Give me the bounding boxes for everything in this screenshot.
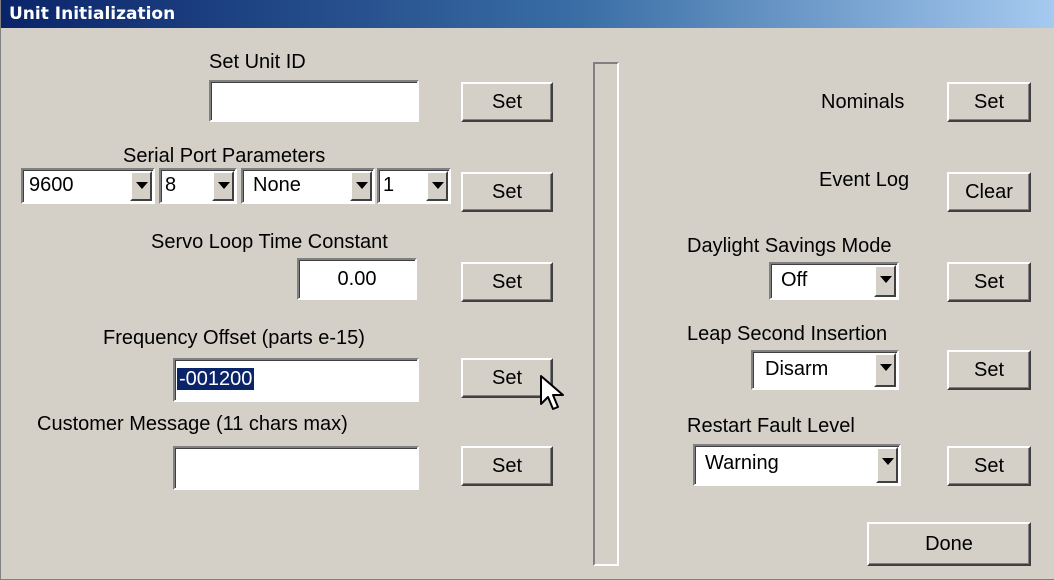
serial-port-label: Serial Port Parameters bbox=[123, 145, 326, 167]
baud-rate-value: 9600 bbox=[29, 174, 74, 196]
chevron-down-icon[interactable] bbox=[876, 447, 898, 483]
leap-second-set-button[interactable]: Set bbox=[947, 350, 1031, 390]
unit-id-input[interactable] bbox=[209, 80, 419, 122]
mouse-cursor-icon bbox=[540, 375, 564, 410]
chevron-down-icon[interactable] bbox=[350, 171, 372, 201]
stop-bits-value: 1 bbox=[383, 174, 395, 196]
parity-select[interactable]: None bbox=[241, 168, 375, 204]
serial-set-button[interactable]: Set bbox=[461, 172, 553, 212]
title-bar[interactable]: Unit Initialization bbox=[1, 0, 1054, 28]
stop-bits-select[interactable]: 1 bbox=[377, 168, 451, 204]
data-bits-value: 8 bbox=[165, 174, 177, 196]
data-bits-select[interactable]: 8 bbox=[159, 168, 237, 204]
chevron-down-icon[interactable] bbox=[874, 353, 896, 387]
event-log-clear-button[interactable]: Clear bbox=[947, 172, 1031, 212]
customer-message-label: Customer Message (11 chars max) bbox=[37, 413, 348, 435]
customer-message-input[interactable] bbox=[173, 446, 419, 490]
daylight-savings-select[interactable]: Off bbox=[769, 262, 899, 300]
restart-fault-value: Warning bbox=[705, 452, 779, 474]
servo-set-button[interactable]: Set bbox=[461, 262, 553, 302]
leap-second-select[interactable]: Disarm bbox=[751, 350, 899, 390]
restart-fault-select[interactable]: Warning bbox=[693, 444, 901, 486]
daylight-savings-label: Daylight Savings Mode bbox=[687, 235, 892, 257]
nominals-set-button[interactable]: Set bbox=[947, 82, 1031, 122]
chevron-down-icon[interactable] bbox=[426, 171, 448, 201]
servo-label: Servo Loop Time Constant bbox=[151, 231, 388, 253]
window-title: Unit Initialization bbox=[9, 4, 176, 24]
frequency-offset-value: -001200 bbox=[177, 368, 255, 390]
restart-fault-label: Restart Fault Level bbox=[687, 415, 855, 437]
done-button[interactable]: Done bbox=[867, 522, 1031, 566]
servo-input[interactable] bbox=[297, 258, 417, 300]
unit-initialization-dialog: Unit Initialization Set Unit ID Set Seri… bbox=[0, 0, 1054, 580]
chevron-down-icon[interactable] bbox=[130, 171, 152, 201]
restart-fault-set-button[interactable]: Set bbox=[947, 446, 1031, 486]
chevron-down-icon[interactable] bbox=[212, 171, 234, 201]
event-log-label: Event Log bbox=[819, 169, 910, 191]
unit-id-set-button[interactable]: Set bbox=[461, 82, 553, 122]
daylight-savings-set-button[interactable]: Set bbox=[947, 262, 1031, 302]
parity-value: None bbox=[253, 174, 301, 196]
leap-second-value: Disarm bbox=[765, 358, 829, 380]
nominals-label: Nominals bbox=[821, 91, 905, 113]
leap-second-label: Leap Second Insertion bbox=[687, 323, 888, 345]
frequency-offset-input[interactable]: -001200 bbox=[173, 358, 419, 402]
panel-divider bbox=[593, 62, 619, 566]
unit-id-label: Set Unit ID bbox=[209, 51, 306, 73]
baud-rate-select[interactable]: 9600 bbox=[21, 168, 155, 204]
customer-message-set-button[interactable]: Set bbox=[461, 446, 553, 486]
frequency-offset-label: Frequency Offset (parts e-15) bbox=[103, 327, 365, 349]
chevron-down-icon[interactable] bbox=[874, 265, 896, 297]
daylight-savings-value: Off bbox=[781, 269, 808, 291]
